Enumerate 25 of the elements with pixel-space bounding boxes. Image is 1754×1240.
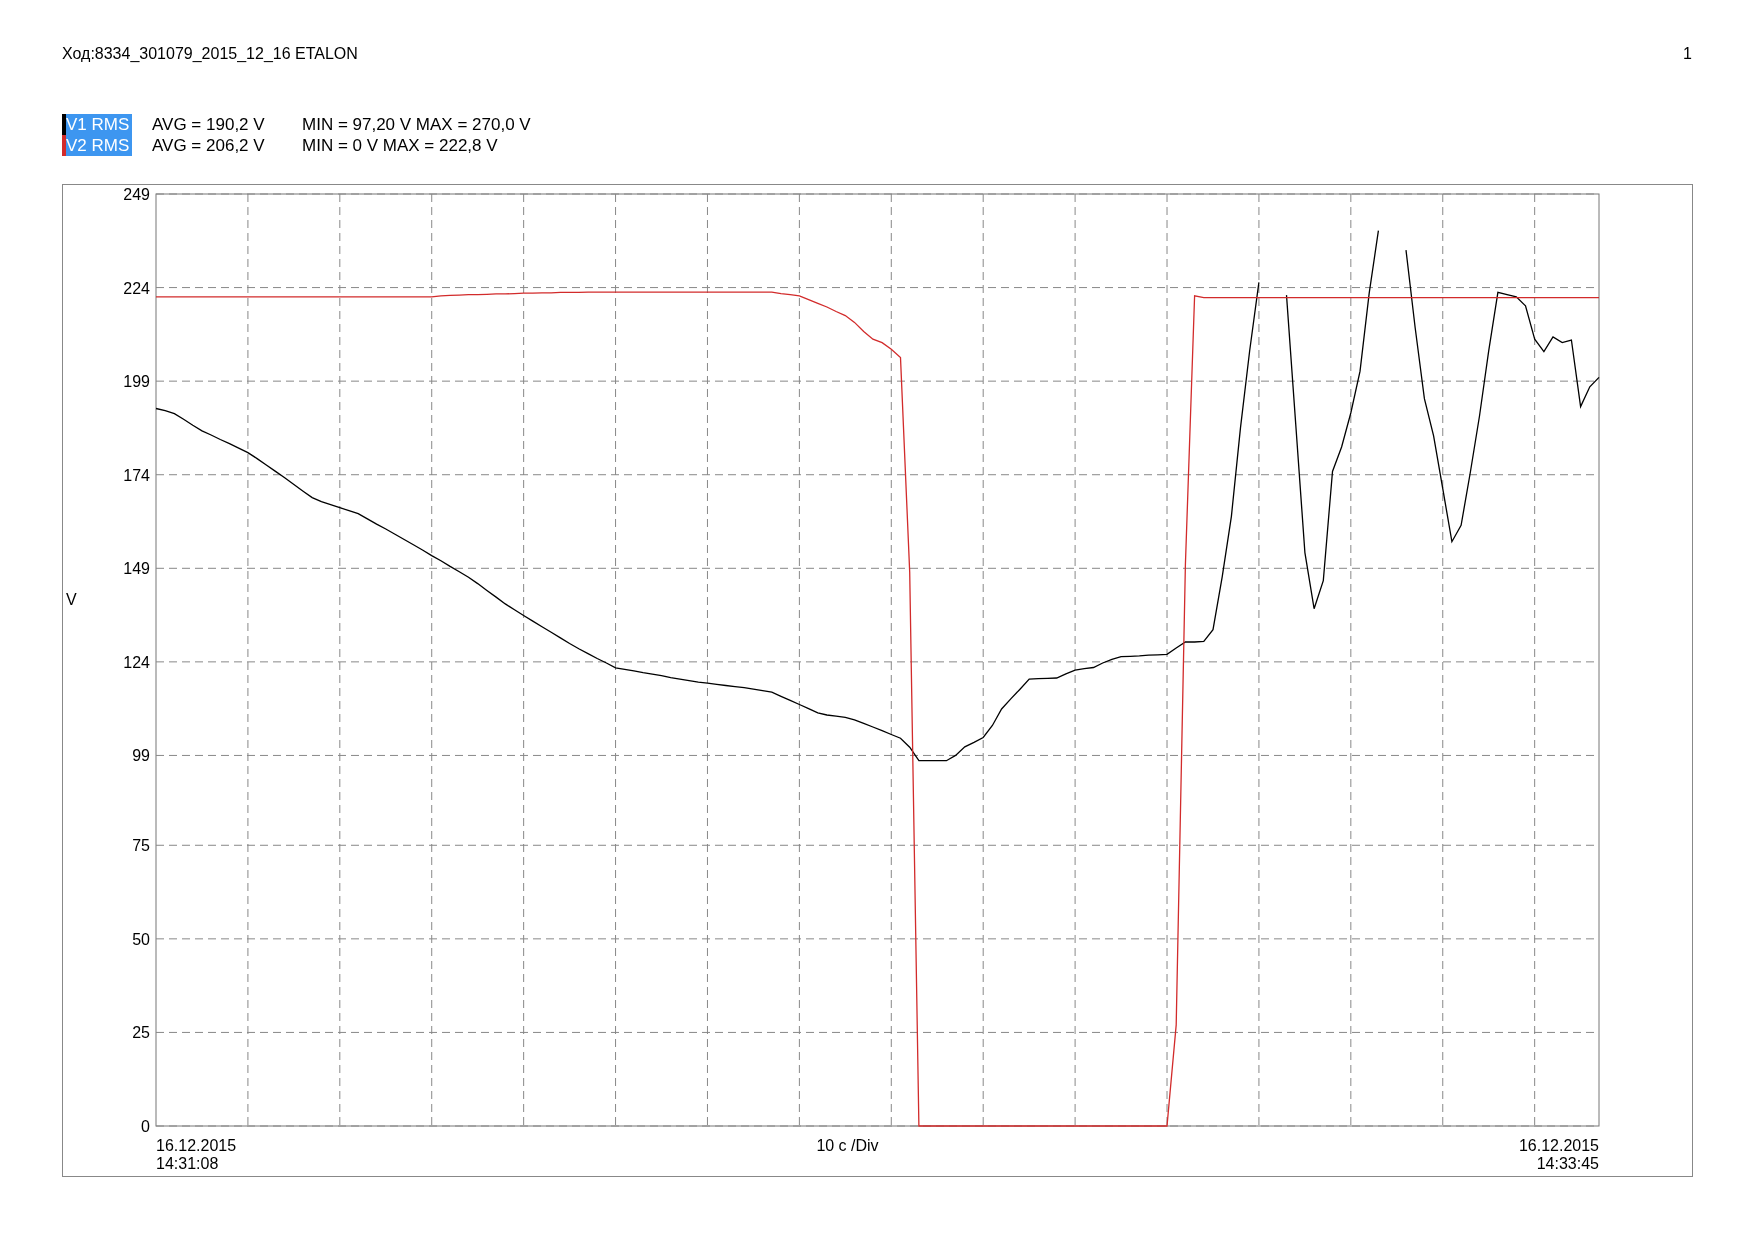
min-max-values: MIN = 97,20 V MAX = 270,0 V	[302, 114, 531, 135]
y-tick-label: 174	[123, 466, 150, 484]
y-tick-label: 75	[132, 837, 150, 855]
legend-label: V2 RMS	[66, 135, 132, 156]
y-tick-label: 249	[123, 186, 150, 203]
y-tick-label: 99	[132, 747, 150, 765]
x-axis-label: 16.12.2015	[1518, 1137, 1599, 1154]
x-axis-label: 10 c /Div	[816, 1137, 879, 1154]
x-axis-label: 14:33:45	[1536, 1155, 1599, 1172]
y-tick-label: 0	[141, 1118, 150, 1135]
x-axis-label: 16.12.2015	[156, 1137, 237, 1154]
min-max-values: MIN = 0 V MAX = 222,8 V	[302, 135, 498, 156]
y-tick-label: 124	[123, 653, 150, 671]
average-value: AVG = 190,2 V	[152, 114, 266, 135]
y-tick-label: 50	[132, 930, 150, 948]
legend-label: V1 RMS	[66, 114, 132, 135]
x-axis-label: 14:31:08	[156, 1155, 219, 1172]
y-tick-label: 199	[123, 373, 150, 391]
y-tick-label: 224	[123, 279, 150, 297]
report-title: Ход:8334_301079_2015_12_16 ETALON	[62, 44, 358, 64]
y-tick-label: 149	[123, 560, 150, 578]
y-axis-label: V	[66, 591, 77, 608]
page-number: 1	[1683, 44, 1692, 64]
average-value: AVG = 206,2 V	[152, 135, 266, 156]
y-tick-label: 25	[132, 1024, 150, 1042]
